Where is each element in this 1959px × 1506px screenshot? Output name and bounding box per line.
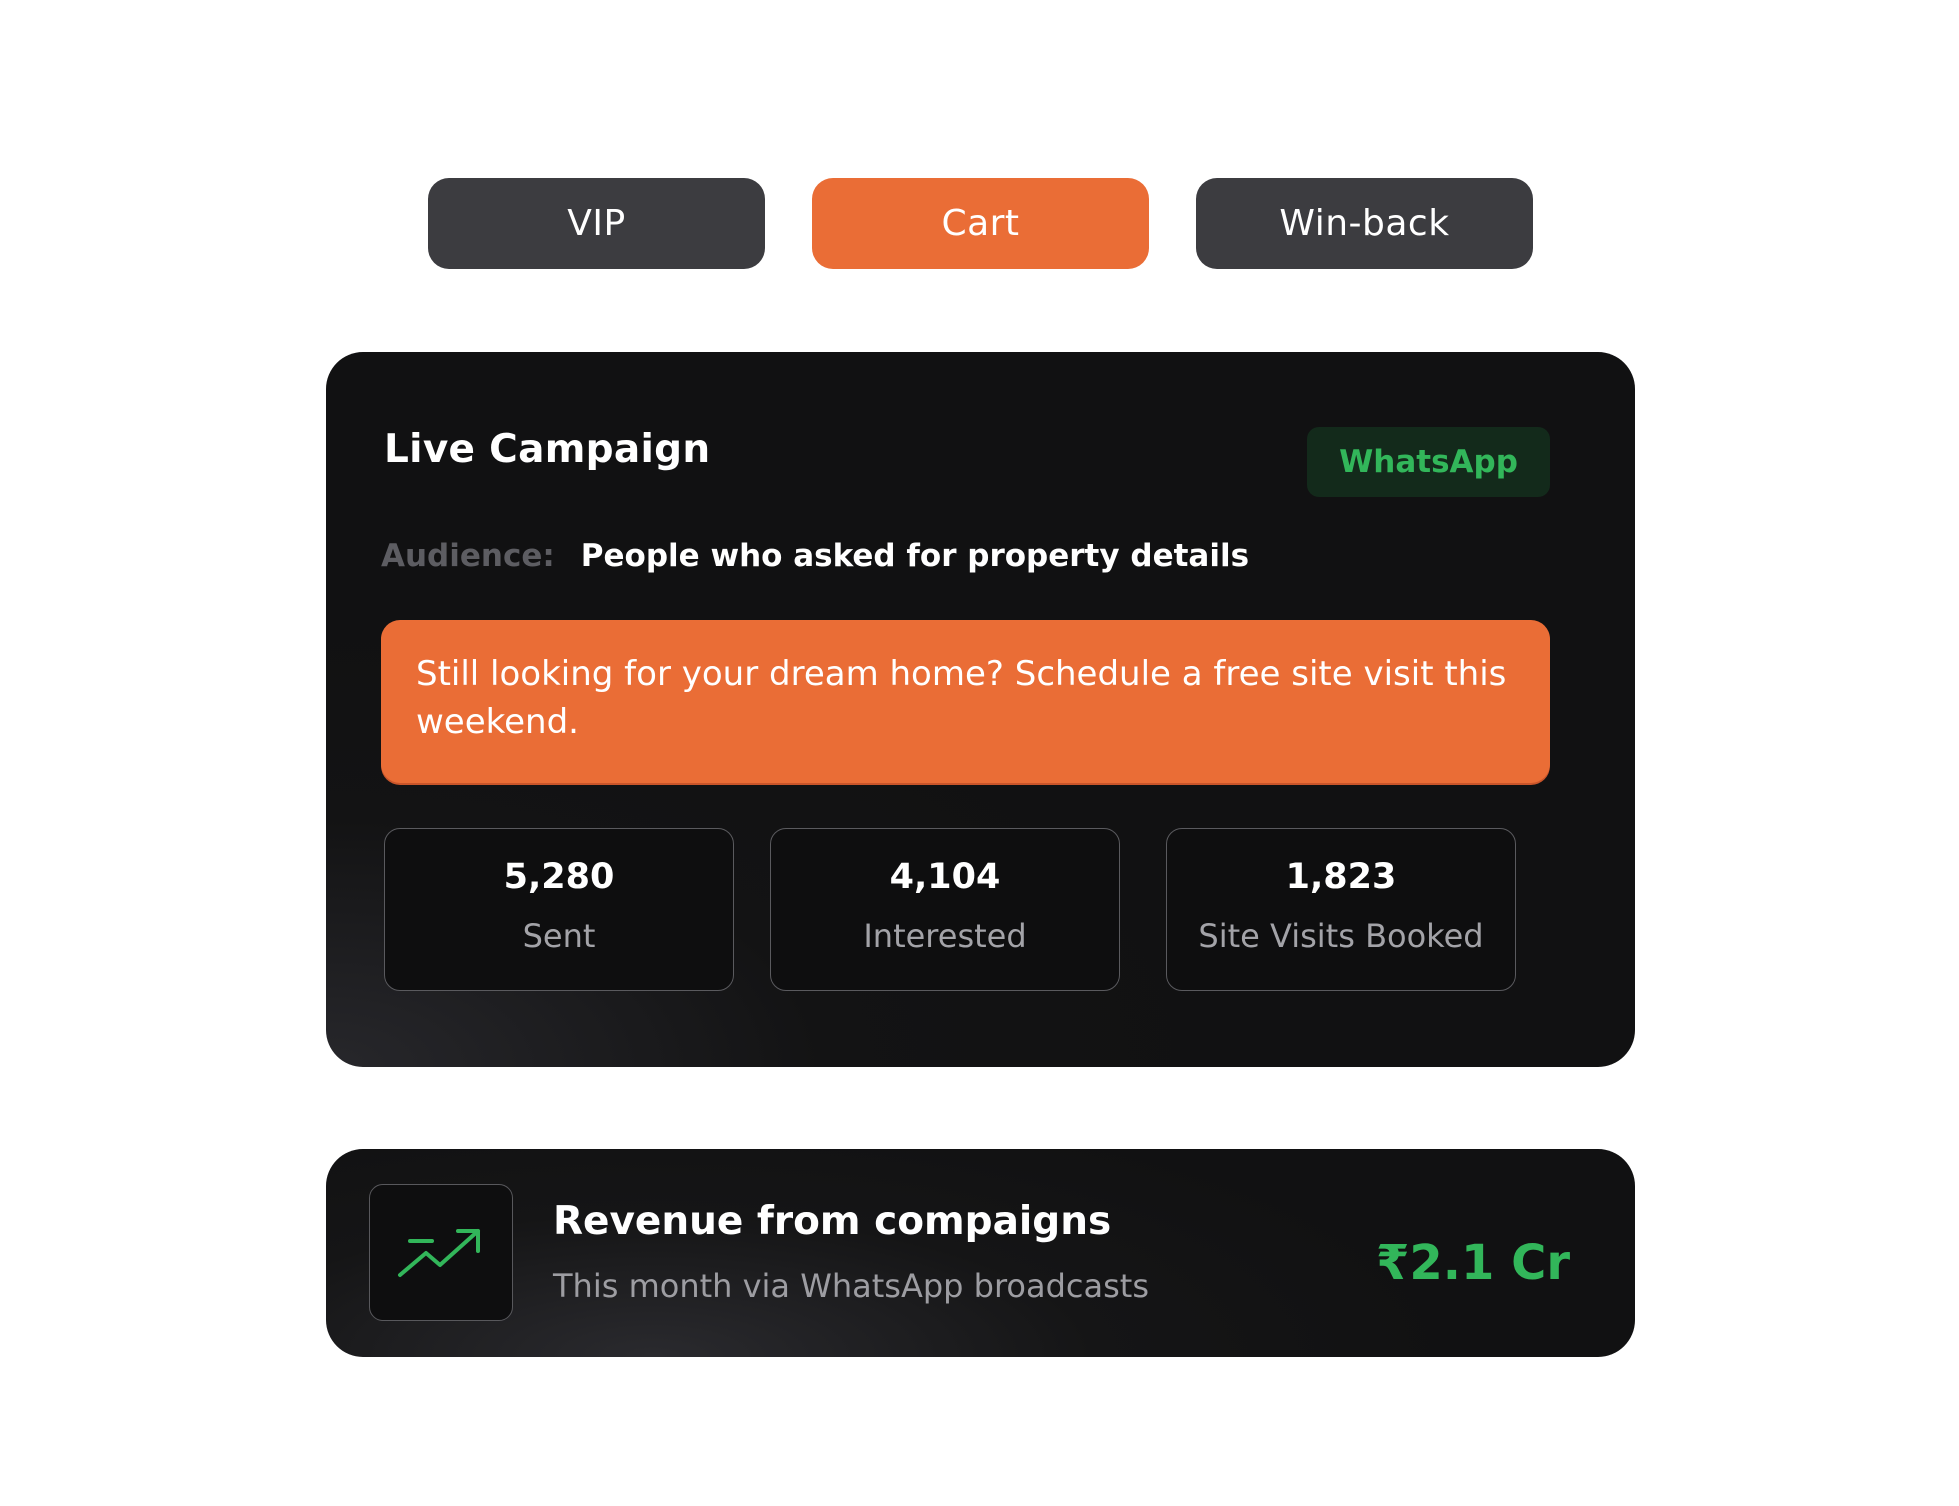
stat-card-site-visits: 1,823 Site Visits Booked [1166,828,1516,991]
stat-value: 5,280 [503,857,615,897]
stat-label: Interested [863,917,1027,955]
stat-label: Site Visits Booked [1198,917,1484,955]
tab-win-back[interactable]: Win-back [1196,178,1533,269]
stat-label: Sent [522,917,596,955]
tab-vip[interactable]: VIP [428,178,765,269]
revenue-amount: ₹2.1 Cr [1375,1235,1570,1291]
audience-value: People who asked for property details [580,538,1250,574]
trending-up-icon [398,1228,480,1277]
card-title: Live Campaign [384,427,711,472]
audience-label: Audience: [381,538,555,574]
trending-up-icon-box [369,1184,513,1321]
stat-value: 1,823 [1285,857,1397,897]
revenue-title: Revenue from compaigns [553,1199,1112,1244]
live-campaign-card: Live Campaign WhatsApp Audience: People … [326,352,1635,1067]
campaign-message: Still looking for your dream home? Sched… [381,620,1550,783]
tab-cart[interactable]: Cart [812,178,1149,269]
segment-tabs: VIP Cart Win-back [428,178,1533,269]
channel-badge: WhatsApp [1307,427,1550,497]
stat-value: 4,104 [889,857,1001,897]
revenue-subtitle: This month via WhatsApp broadcasts [553,1267,1149,1305]
revenue-card: Revenue from compaigns This month via Wh… [326,1149,1635,1357]
audience-row: Audience: People who asked for property … [381,538,1249,574]
stat-card-sent: 5,280 Sent [384,828,734,991]
stat-card-interested: 4,104 Interested [770,828,1120,991]
